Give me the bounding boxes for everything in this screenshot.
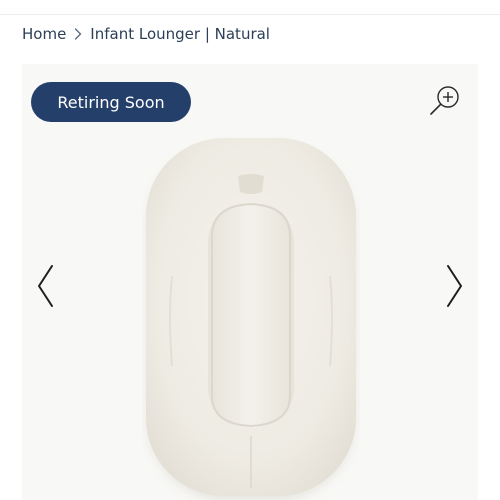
header-bar [0,0,500,15]
product-image[interactable] [142,136,360,500]
zoom-in-icon[interactable] [428,84,462,118]
breadcrumb-current: Infant Lounger | Natural [90,25,270,43]
chevron-right-icon [74,28,82,40]
next-image-button[interactable] [442,264,466,308]
previous-image-button[interactable] [34,264,58,308]
breadcrumb-home-link[interactable]: Home [22,25,66,43]
chevron-left-icon [38,265,53,307]
breadcrumb: Home Infant Lounger | Natural [22,25,270,43]
product-image-gallery: Retiring Soon [22,64,478,500]
status-badge: Retiring Soon [31,82,191,122]
chevron-right-icon [447,265,462,307]
